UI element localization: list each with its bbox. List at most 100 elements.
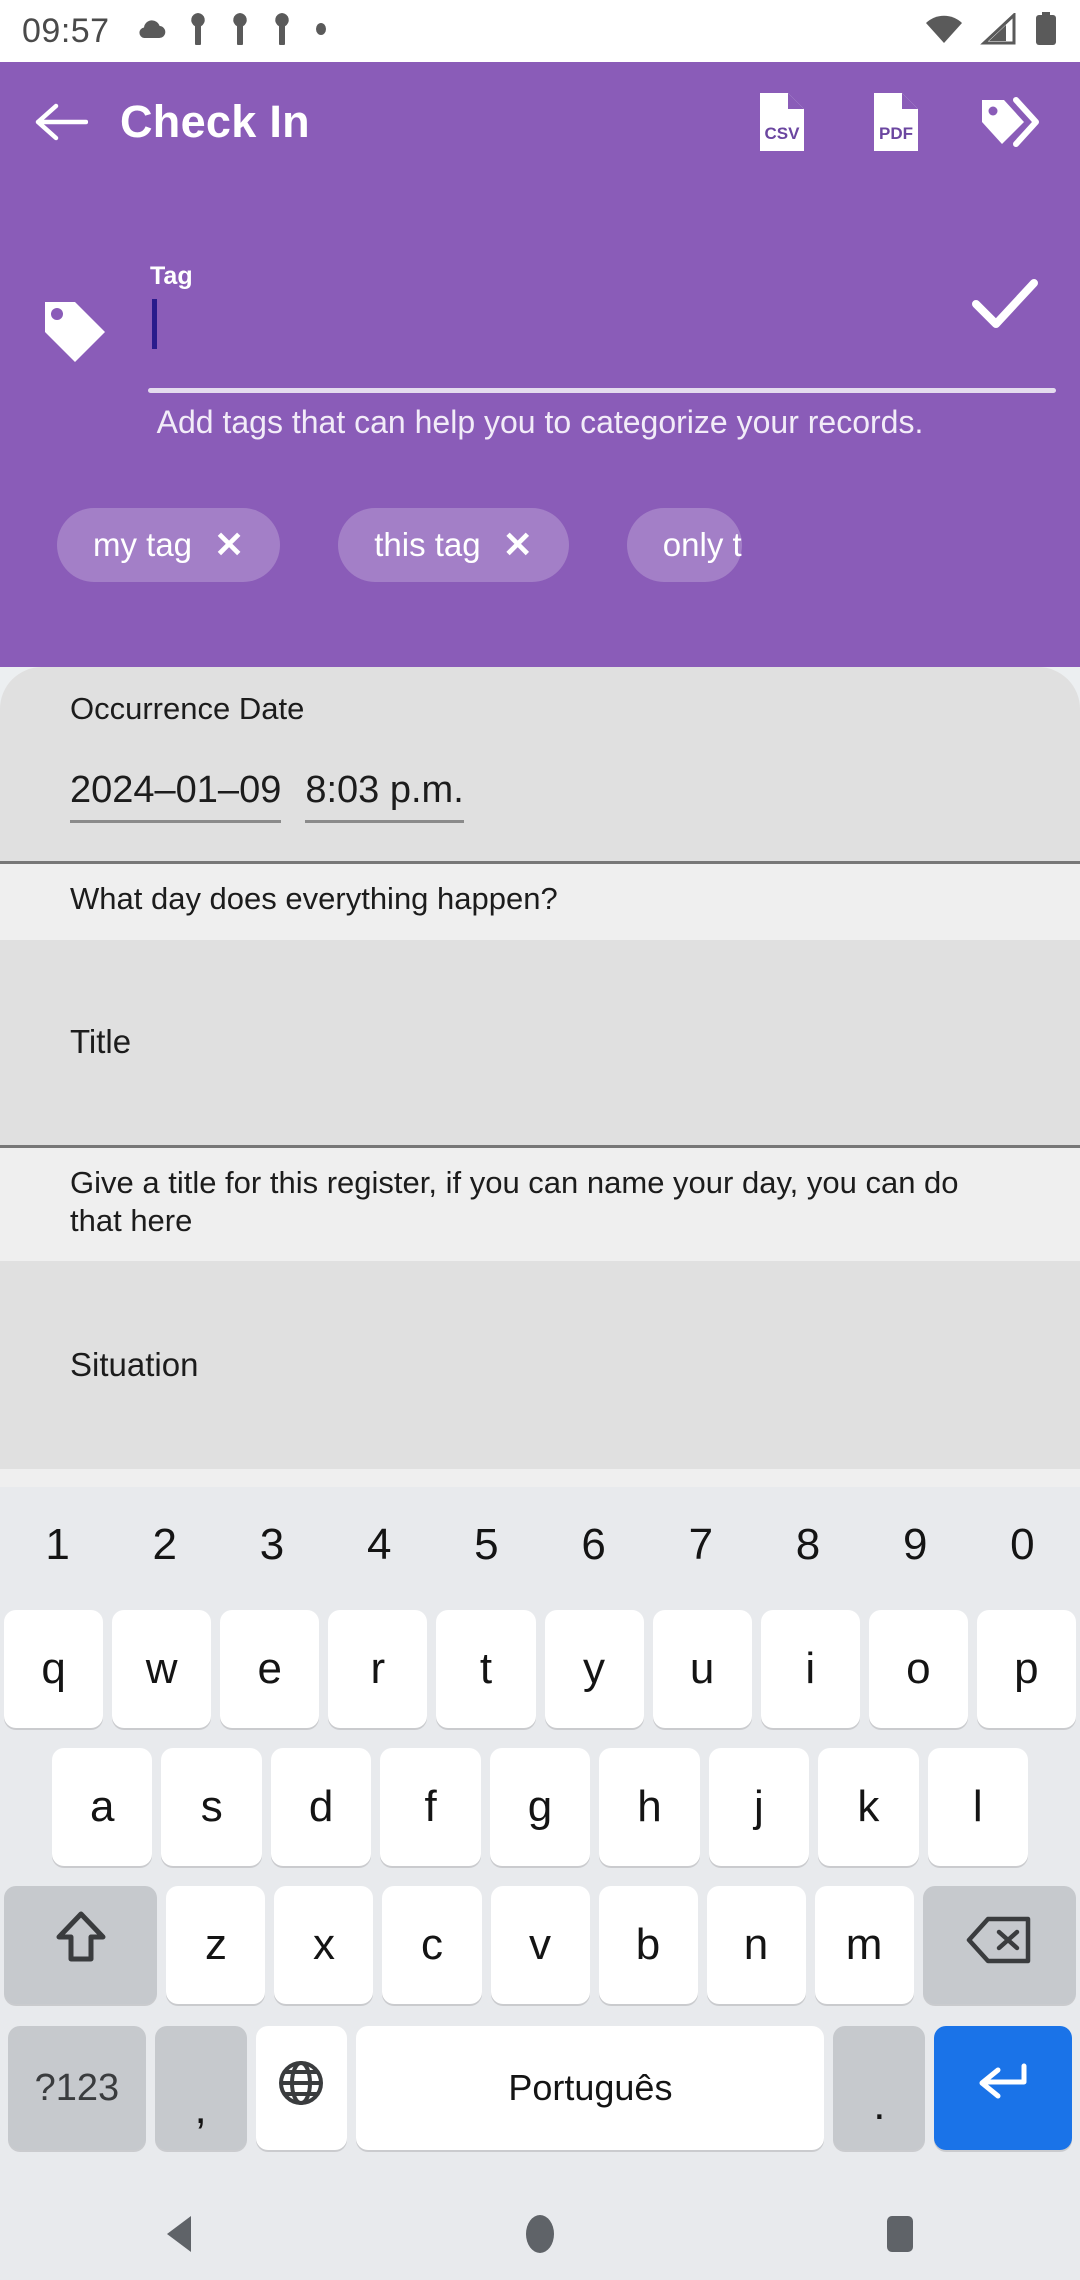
key-5[interactable]: 5 [433, 1520, 540, 1570]
tag-chip[interactable]: only t ✕ [626, 508, 742, 582]
key-w[interactable]: w [112, 1610, 212, 1728]
key-e[interactable]: e [220, 1610, 320, 1728]
nav-back-button[interactable] [120, 2187, 240, 2280]
key-t[interactable]: t [436, 1610, 536, 1728]
key-8[interactable]: 8 [754, 1520, 861, 1570]
confirm-check-button[interactable] [971, 276, 1039, 337]
key-d[interactable]: d [270, 1748, 372, 1866]
on-screen-keyboard: 1 2 3 4 5 6 7 8 9 0 q w e r t y u i o p … [0, 1487, 1080, 2187]
key-v[interactable]: v [490, 1886, 590, 2004]
period-key[interactable]: . [833, 2026, 926, 2150]
tag-chip-label: this tag [374, 526, 481, 563]
system-nav-bar [0, 2187, 1080, 2280]
key-r[interactable]: r [328, 1610, 428, 1728]
occurrence-date-field[interactable]: Occurrence Date 2024–01–09 8:03 p.m. [0, 667, 1080, 864]
app-bar: Check In CSV PDF [0, 62, 1080, 182]
key-b[interactable]: b [598, 1886, 698, 2004]
key-p[interactable]: p [976, 1610, 1076, 1728]
key-0[interactable]: 0 [969, 1520, 1076, 1570]
title-input-placeholder: Title [70, 1023, 132, 1061]
key-q[interactable]: q [4, 1610, 104, 1728]
situation-input-placeholder: Situation [70, 1346, 199, 1384]
backspace-icon [966, 1915, 1032, 1976]
symbols-key[interactable]: ?123 [8, 2026, 146, 2150]
keyboard-row-bottom-letters: z x c v b n m [3, 1879, 1077, 2011]
shift-key[interactable] [3, 1886, 158, 2004]
status-bar: 09:57 [0, 0, 1080, 62]
enter-key[interactable] [934, 2026, 1072, 2150]
remove-tag-icon[interactable]: ✕ [214, 527, 244, 563]
tag-entry-panel: Tag Add tags that can help you to catego… [0, 182, 1080, 667]
space-key[interactable]: Português [356, 2026, 825, 2150]
key-j[interactable]: j [708, 1748, 810, 1866]
svg-text:PDF: PDF [879, 124, 913, 143]
back-button[interactable] [24, 85, 98, 159]
key-u[interactable]: u [652, 1610, 752, 1728]
nav-home-button[interactable] [480, 2187, 600, 2280]
key-x[interactable]: x [274, 1886, 374, 2004]
key-c[interactable]: c [382, 1886, 482, 2004]
nav-recents-button[interactable] [840, 2187, 960, 2280]
keyboard-row-modifiers: ?123 , Português . [4, 2019, 1076, 2157]
key-3[interactable]: 3 [218, 1520, 325, 1570]
occurrence-date-values: 2024–01–09 8:03 p.m. [70, 727, 1010, 861]
text-caret [152, 299, 157, 349]
title-helper: Give a title for this register, if you c… [70, 1164, 959, 1238]
key-7[interactable]: 7 [647, 1520, 754, 1570]
situation-field[interactable]: Situation [0, 1261, 1080, 1470]
page-title: Check In [120, 96, 310, 147]
notification-icon [188, 12, 208, 51]
tag-icon [39, 296, 111, 373]
tag-chip-label: my tag [93, 526, 193, 563]
svg-text:CSV: CSV [765, 124, 801, 143]
tag-text-input[interactable] [150, 289, 896, 355]
key-l[interactable]: l [927, 1748, 1028, 1866]
enter-icon [976, 2060, 1030, 2117]
cellular-signal-icon [980, 11, 1018, 50]
key-y[interactable]: y [544, 1610, 644, 1728]
tag-leading-icon-wrap [0, 256, 150, 373]
keyboard-row-qwerty: q w e r t y u i o p [4, 1603, 1076, 1735]
tag-chip[interactable]: this tag ✕ [338, 508, 569, 582]
shift-icon [55, 1909, 107, 1982]
key-g[interactable]: g [489, 1748, 591, 1866]
key-f[interactable]: f [380, 1748, 481, 1866]
tag-chip[interactable]: my tag ✕ [57, 508, 281, 582]
key-6[interactable]: 6 [540, 1520, 647, 1570]
key-2[interactable]: 2 [111, 1520, 218, 1570]
globe-icon [278, 2060, 324, 2117]
status-bar-clock: 09:57 [22, 11, 110, 50]
battery-icon [1034, 11, 1058, 51]
occurrence-date-helper: What day does everything happen? [70, 881, 558, 916]
occurrence-time-input[interactable]: 8:03 p.m. [305, 769, 464, 823]
cloud-icon [136, 18, 166, 45]
status-bar-notification-icons [136, 12, 328, 51]
remove-tag-icon[interactable]: ✕ [503, 527, 533, 563]
key-s[interactable]: s [161, 1748, 262, 1866]
tags-button[interactable] [978, 90, 1042, 154]
notification-icon [272, 12, 292, 51]
occurrence-date-input[interactable]: 2024–01–09 [70, 769, 282, 823]
notification-icon [230, 12, 250, 51]
key-n[interactable]: n [706, 1886, 806, 2004]
language-switch-key[interactable] [255, 2026, 348, 2150]
key-1[interactable]: 1 [4, 1520, 111, 1570]
key-z[interactable]: z [166, 1886, 266, 2004]
key-k[interactable]: k [818, 1748, 919, 1866]
key-9[interactable]: 9 [862, 1520, 969, 1570]
tag-field[interactable]: Tag [150, 256, 930, 355]
wifi-icon [924, 13, 964, 50]
key-m[interactable]: m [814, 1886, 914, 2004]
export-pdf-button[interactable]: PDF [864, 90, 928, 154]
app-bar-actions: CSV PDF [750, 90, 1056, 154]
export-csv-button[interactable]: CSV [750, 90, 814, 154]
key-h[interactable]: h [599, 1748, 700, 1866]
key-a[interactable]: a [52, 1748, 153, 1866]
title-field[interactable]: Title [0, 939, 1080, 1148]
key-i[interactable]: i [760, 1610, 860, 1728]
key-4[interactable]: 4 [326, 1520, 433, 1570]
keyboard-row-home: a s d f g h j k l [4, 1741, 1076, 1873]
key-o[interactable]: o [868, 1610, 968, 1728]
backspace-key[interactable] [922, 1886, 1077, 2004]
comma-key[interactable]: , [154, 2026, 247, 2150]
